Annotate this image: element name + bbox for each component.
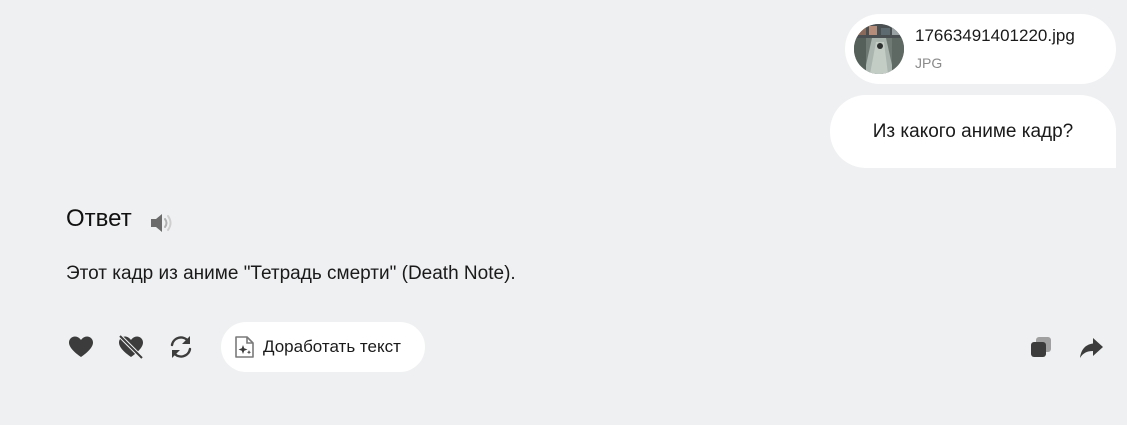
answer-title: Ответ [66, 205, 132, 232]
user-message-text: Из какого аниме кадр? [872, 120, 1074, 142]
heart-off-icon[interactable] [117, 333, 145, 361]
copy-icon[interactable] [1027, 334, 1055, 362]
thumbnail-image [854, 24, 904, 74]
chat-page: 17663491401220.jpg JPG Из какого аниме к… [0, 0, 1127, 425]
speaker-icon[interactable] [149, 212, 175, 234]
share-icon[interactable] [1077, 334, 1105, 362]
heart-icon[interactable] [67, 333, 95, 361]
attachment-file-type: JPG [915, 55, 943, 71]
attachment-file-name: 17663491401220.jpg [915, 26, 1075, 45]
refresh-icon[interactable] [167, 333, 195, 361]
document-sparkle-icon [234, 335, 256, 359]
attachment-card[interactable]: 17663491401220.jpg JPG [845, 14, 1116, 84]
improve-text-button[interactable]: Доработать текст [221, 322, 425, 372]
attachment-thumbnail[interactable] [854, 24, 904, 74]
improve-text-label: Доработать текст [263, 337, 401, 356]
answer-text: Этот кадр из аниме "Тетрадь смерти" (Dea… [66, 263, 516, 284]
user-message-bubble: Из какого аниме кадр? [830, 95, 1116, 168]
